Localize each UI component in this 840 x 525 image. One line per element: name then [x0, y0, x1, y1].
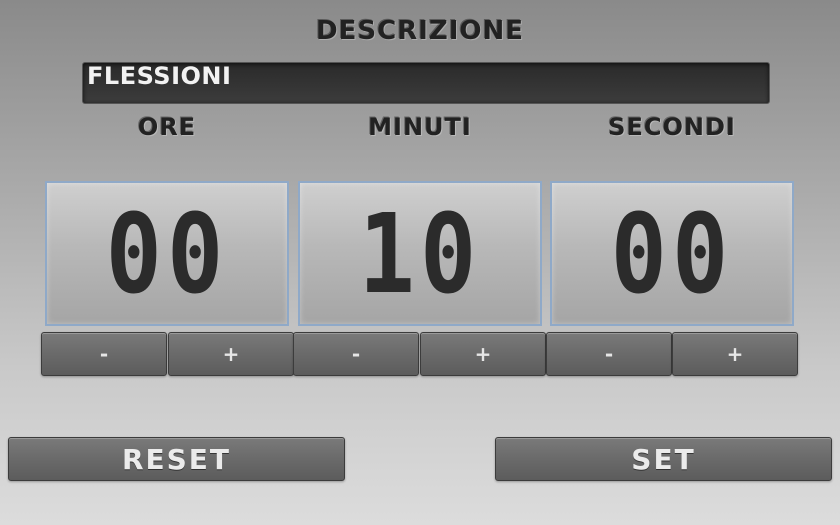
description-field[interactable]: FLESSIONI [82, 62, 770, 104]
set-button[interactable]: SET [495, 437, 832, 481]
description-title: DESCRIZIONE [316, 16, 524, 46]
seconds-display: 00 [550, 181, 794, 326]
minutes-plus-button[interactable]: + [420, 332, 546, 376]
seconds-minus-button[interactable]: - [546, 332, 672, 376]
hours-minus-button[interactable]: - [41, 332, 167, 376]
minutes-label: MINUTI [368, 113, 472, 141]
seconds-label: SECONDI [608, 113, 736, 141]
minutes-minus-button[interactable]: - [293, 332, 419, 376]
seconds-value: 00 [610, 189, 734, 318]
hours-value: 00 [105, 189, 229, 318]
seconds-plus-button[interactable]: + [672, 332, 798, 376]
reset-button[interactable]: RESET [8, 437, 345, 481]
hours-label: ORE [137, 113, 197, 141]
hours-display: 00 [45, 181, 289, 326]
minutes-display: 10 [298, 181, 542, 326]
minutes-value: 10 [358, 189, 482, 318]
description-value: FLESSIONI [87, 62, 232, 90]
hours-plus-button[interactable]: + [168, 332, 294, 376]
